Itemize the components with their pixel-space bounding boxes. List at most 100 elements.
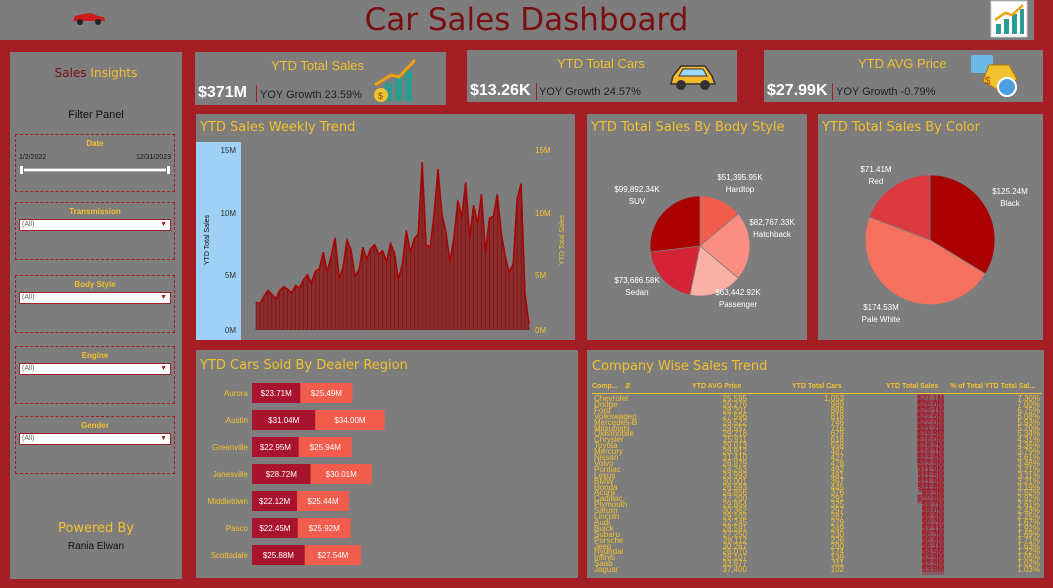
kpi-value: $371M [198, 84, 247, 101]
pie-category-label: Passenger [719, 300, 758, 309]
pie-value-label: $51,395.95K [717, 173, 763, 182]
pie-category-label: Sedan [625, 288, 648, 297]
chevron-down-icon: ▼ [160, 221, 167, 228]
body-style-select-value: (All) [22, 294, 35, 301]
y-axis-label-right: YTD Total Sales [559, 214, 566, 265]
region-label: Janesville [213, 470, 249, 479]
gender-filter: Gender (All) ▼ [15, 416, 175, 474]
transmission-filter-label: Transmission [69, 207, 121, 216]
region-label: Scottsdale [211, 551, 249, 560]
kpi-divider [256, 85, 257, 102]
author-name: Rania Elwan [67, 541, 125, 552]
table-header[interactable]: % of Total YTD Total Sal... [950, 383, 1035, 390]
region-bar-value-2: $27.54M [317, 551, 348, 560]
sidebar: Sales Insights Filter Panel Date 1/2/202… [10, 52, 182, 579]
pie-value-label: $82,767.33K [749, 218, 795, 227]
selection-highlight [196, 142, 241, 340]
region-label: Greenville [212, 443, 249, 452]
svg-text:$: $ [378, 91, 383, 101]
table-header[interactable]: YTD Total Cars [792, 383, 842, 390]
region-bar-value-1: $25.88M [263, 551, 294, 560]
date-slider-start-handle[interactable] [19, 165, 24, 175]
kpi-divider [832, 83, 833, 100]
date-to: 12/31/2023 [135, 154, 171, 161]
region-label: Pasco [226, 524, 249, 533]
table-cell: 37,400 [722, 565, 747, 575]
pie-value-label: $99,892.34K [614, 185, 660, 194]
table-header[interactable]: Comp... [592, 383, 618, 390]
gender-select[interactable]: (All) ▼ [19, 433, 171, 445]
pie-slice-suv [649, 195, 701, 253]
kpi-value: $13.26K [470, 82, 531, 99]
body-style-select[interactable]: (All) ▼ [19, 292, 171, 304]
kpi-card-total-cars: YTD Total Cars $13.26K YOY Growth 24.57% [467, 50, 737, 102]
body-style-filter: Body Style (All) ▼ [15, 275, 175, 333]
engine-filter-label: Engine [81, 351, 109, 360]
dashboard-title: Car Sales Dashboard [364, 2, 689, 38]
region-label: Austin [226, 416, 248, 425]
header-divider [592, 393, 1042, 394]
body-style-filter-label: Body Style [74, 280, 116, 289]
kpi-yoy: YOY Growth 24.57% [539, 86, 641, 98]
color-panel: YTD Total Sales By Color $125.24M Black $1… [818, 114, 1043, 340]
date-filter-label: Date [86, 139, 104, 148]
gender-filter-label: Gender [80, 421, 109, 430]
kpi-title: YTD Total Cars [557, 56, 645, 71]
pie-category-label: Black [1000, 199, 1021, 208]
region-bar-value-1: $22.45M [259, 524, 290, 533]
yellow-car-icon [670, 65, 717, 90]
engine-select-value: (All) [22, 365, 35, 372]
date-slider-track[interactable] [22, 168, 168, 172]
region-bar-value-2: $25.44M [308, 497, 339, 506]
table-header[interactable]: YTD AVG Price [692, 383, 741, 390]
sort-icon[interactable]: ⇵ [625, 382, 631, 390]
region-bar-value-2: $25.94M [310, 443, 341, 452]
kpi-yoy: YOY Growth 23.59% [260, 89, 362, 101]
table-cell: 102 [830, 565, 844, 575]
body-style-panel: YTD Total Sales By Body Style $51,395.95… [587, 114, 807, 340]
color-pie-chart: $125.24M Black $174.53M Pale White $71.41M Re… [860, 165, 1028, 324]
y-tick-label-right: 10M [535, 209, 551, 218]
money-growth-icon: $ [374, 58, 417, 102]
engine-select[interactable]: (All) ▼ [19, 363, 171, 375]
table-header[interactable]: YTD Total Sales [886, 383, 938, 390]
chevron-down-icon: ▼ [160, 435, 167, 442]
region-bar-value-2: $34.00M [334, 416, 365, 425]
kpi-title: YTD Total Sales [271, 58, 364, 73]
date-slider-end-handle[interactable] [166, 165, 171, 175]
pie-value-label: $174.53M [863, 303, 899, 312]
table-cell: $3.8M [921, 565, 944, 576]
region-bar-value-1: $31.04M [268, 416, 299, 425]
kpi-title: YTD AVG Price [858, 56, 947, 71]
table-row[interactable]: Jaguar 37,400 102 $3.8M 1.03% [592, 565, 1042, 576]
y-axis-label: YTD Total Sales [204, 214, 211, 265]
gender-select-value: (All) [22, 435, 35, 442]
engine-filter: Engine (All) ▼ [15, 346, 175, 404]
y-tick-label: 10M [220, 209, 236, 218]
dealer-region-bar-chart: Aurora $23.71M $25.49M Austin $31.04M $34.00M… [208, 383, 385, 565]
company-table-panel: Company Wise Sales Trend Comp... YTD AVG … [587, 350, 1044, 578]
kpi-card-avg-price: YTD AVG Price $27.99K YOY Growth -0.79% … [764, 50, 1043, 102]
pie-value-label: $125.24M [992, 187, 1028, 196]
region-label: Middletown [208, 497, 248, 506]
kpi-divider [536, 83, 537, 100]
y-tick-label-right: 15M [535, 146, 551, 155]
y-tick-label: 15M [220, 146, 236, 155]
body-style-pie-chart: $51,395.95K Hardtop $82,767.33K Hatchback $6… [614, 173, 795, 309]
weekly-trend-panel: YTD Sales Weekly Trend 15M 15M 10M 10M 5M 5M 0… [196, 114, 575, 340]
region-bar-value-1: $22.12M [259, 497, 290, 506]
sales-label: Sales [54, 66, 87, 80]
pie-value-label: $73,686.58K [614, 276, 660, 285]
region-bar-value-1: $22.95M [260, 443, 291, 452]
dealer-region-panel: YTD Cars Sold By Dealer Region Aurora $23… [196, 350, 578, 578]
y-tick-label: 5M [225, 271, 236, 280]
region-bar-value-2: $25.92M [309, 524, 340, 533]
pie-category-label: Pale White [862, 315, 901, 324]
y-tick-label-right: 5M [535, 271, 546, 280]
trend-area [256, 162, 529, 330]
region-label: Aurora [224, 389, 249, 398]
pie-category-label: Red [869, 177, 884, 186]
y-tick-label: 0M [225, 326, 236, 335]
date-filter: Date 1/2/2022 12/31/2023 [15, 134, 175, 192]
transmission-select[interactable]: (All) ▼ [19, 219, 171, 231]
